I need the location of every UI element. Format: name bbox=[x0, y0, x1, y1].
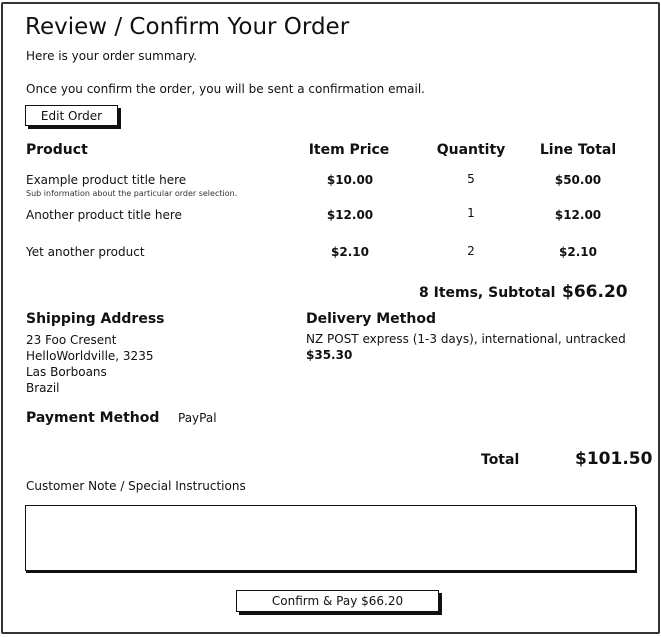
header-line-total: Line Total bbox=[539, 142, 617, 158]
total-value: $101.50 bbox=[575, 449, 653, 469]
header-product: Product bbox=[26, 142, 88, 158]
shipping-line-1: 23 Foo Cresent bbox=[26, 333, 117, 347]
delivery-price: $35.30 bbox=[306, 348, 353, 362]
row2-price: $12.00 bbox=[326, 208, 374, 222]
row2-product: Another product title here bbox=[26, 208, 182, 222]
confirm-pay-button[interactable]: Confirm & Pay $66.20 bbox=[236, 590, 439, 612]
row3-product: Yet another product bbox=[26, 245, 145, 259]
subtotal-value: $66.20 bbox=[562, 282, 628, 302]
row2-total: $12.00 bbox=[554, 208, 602, 222]
total-label: Total bbox=[481, 452, 520, 468]
row2-qty: 1 bbox=[467, 206, 475, 220]
subtotal-label: 8 Items, Subtotal bbox=[419, 285, 556, 301]
row1-price: $10.00 bbox=[326, 173, 374, 187]
payment-method-heading: Payment Method bbox=[26, 410, 160, 426]
delivery-method-text: NZ POST express (1-3 days), internationa… bbox=[306, 332, 626, 346]
shipping-address-heading: Shipping Address bbox=[26, 311, 165, 327]
header-quantity: Quantity bbox=[436, 142, 506, 158]
confirm-info-text: Once you confirm the order, you will be … bbox=[26, 82, 425, 96]
customer-note-label: Customer Note / Special Instructions bbox=[26, 479, 246, 493]
delivery-method-heading: Delivery Method bbox=[306, 311, 436, 327]
row1-total: $50.00 bbox=[554, 173, 602, 187]
row3-total: $2.10 bbox=[559, 245, 597, 259]
page-title: Review / Confirm Your Order bbox=[25, 14, 350, 40]
edit-order-button[interactable]: Edit Order bbox=[25, 105, 118, 126]
shipping-line-3: Las Borboans bbox=[26, 365, 107, 379]
row3-qty: 2 bbox=[467, 244, 475, 258]
row1-product: Example product title here bbox=[26, 173, 187, 187]
customer-note-input[interactable] bbox=[25, 505, 636, 571]
summary-text: Here is your order summary. bbox=[26, 49, 198, 63]
shipping-line-2: HelloWorldville, 3235 bbox=[26, 349, 154, 363]
payment-method-value: PayPal bbox=[178, 411, 217, 425]
row1-qty: 5 bbox=[467, 172, 475, 186]
row3-price: $2.10 bbox=[331, 245, 369, 259]
header-item-price: Item Price bbox=[308, 142, 390, 158]
shipping-line-4: Brazil bbox=[26, 381, 60, 395]
row1-sub-info: Sub information about the particular ord… bbox=[26, 189, 238, 198]
